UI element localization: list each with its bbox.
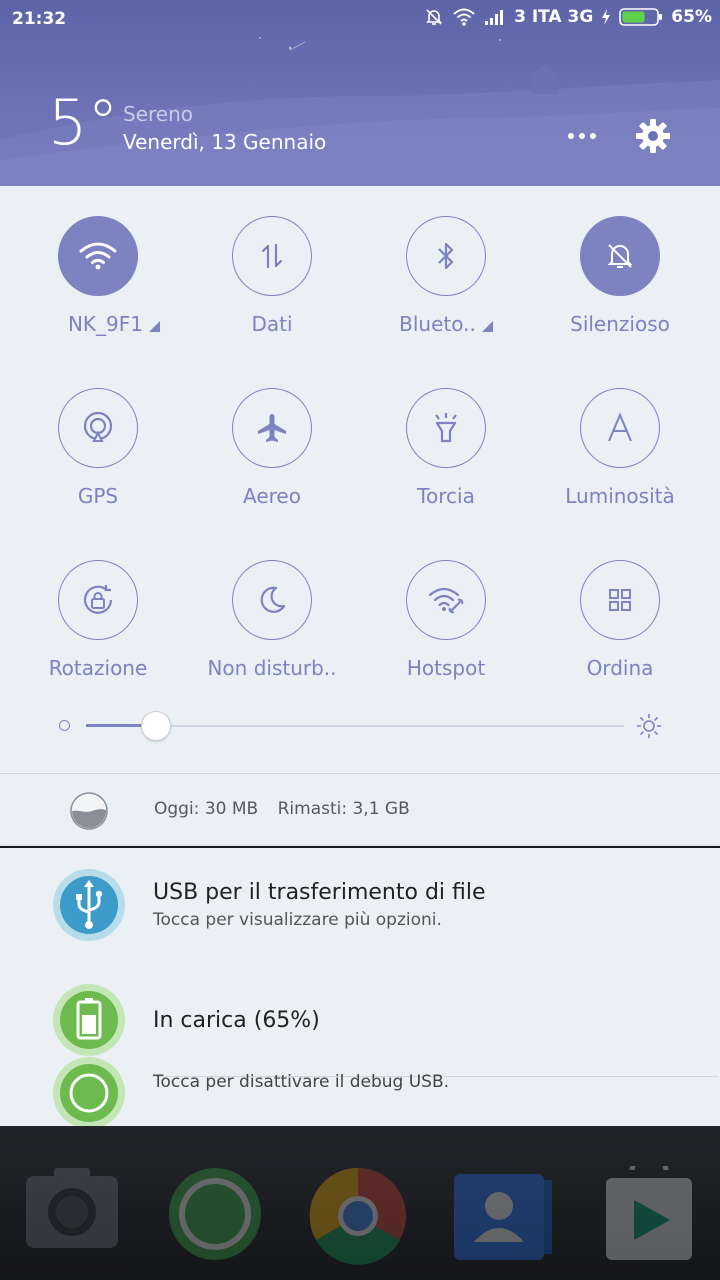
- camera-app-icon: [26, 1168, 118, 1248]
- temperature: 5°: [48, 86, 119, 159]
- tile-torcia-toggle[interactable]: [406, 388, 486, 468]
- tile-ordina-toggle[interactable]: [580, 560, 660, 640]
- status-indicators: 3 ITA 3G 65%: [424, 7, 712, 27]
- expand-icon[interactable]: [481, 321, 493, 332]
- tile-dati-toggle[interactable]: [232, 216, 312, 296]
- hotspot-icon: [428, 587, 464, 614]
- tile-dati[interactable]: Dati: [184, 216, 358, 356]
- tile-label: Aereo: [243, 484, 301, 508]
- weather-date: Venerdì, 13 Gennaio: [123, 130, 327, 154]
- more-icon: [568, 133, 574, 139]
- flashlight-icon: [435, 413, 457, 443]
- notification-usb-debug[interactable]: Tocca per disattivare il debug USB.: [0, 1057, 720, 1126]
- tile-wifi[interactable]: NK_9F1: [10, 216, 184, 356]
- rotation-lock-icon: [83, 585, 113, 614]
- tile-label: Rotazione: [48, 656, 148, 680]
- tile-gps[interactable]: GPS: [10, 388, 184, 528]
- brightness-high-icon: [636, 713, 662, 739]
- data-usage-remaining: Rimasti: 3,1 GB: [277, 799, 410, 819]
- status-time: 21:32: [12, 9, 67, 29]
- tile-silenzioso-toggle[interactable]: [580, 216, 660, 296]
- tile-bluetooth-toggle[interactable]: [406, 216, 486, 296]
- chrome-app-icon: [309, 1167, 406, 1265]
- home-screen-dock: [0, 1126, 720, 1280]
- carrier-label: 3 ITA 3G: [514, 7, 594, 27]
- tile-label: Blueto..: [399, 312, 476, 336]
- signal-icon: [485, 10, 504, 25]
- notification-header: 21:32 3 ITA 3G 65% 5° Sereno Venerdì, 13…: [0, 0, 720, 186]
- auto-brightness-icon: [608, 412, 632, 442]
- brightness-low-icon: [59, 720, 70, 731]
- airplane-icon: [258, 414, 286, 442]
- notification-title: In carica (65%): [153, 1008, 320, 1033]
- bell-off-icon: [607, 244, 633, 268]
- gear-icon[interactable]: [634, 117, 672, 155]
- moon-icon: [260, 586, 286, 613]
- grid-icon: [609, 589, 631, 611]
- notification-list: USB per il trasferimento di file Tocca p…: [0, 848, 720, 1126]
- tile-aereo[interactable]: Aereo: [184, 388, 358, 528]
- notification-title: USB per il trasferimento di file: [153, 880, 486, 905]
- tile-label: Silenzioso: [570, 312, 670, 336]
- tile-label: GPS: [77, 484, 119, 508]
- contacts-app-icon: [454, 1174, 552, 1260]
- data-usage-today: Oggi: 30 MB: [154, 799, 259, 819]
- tile-wifi-toggle[interactable]: [58, 216, 138, 296]
- tile-label: Ordina: [586, 656, 654, 680]
- tile-label: Non disturb..: [207, 656, 337, 680]
- android-debug-icon: [53, 1057, 125, 1126]
- tile-hotspot[interactable]: Hotspot: [358, 560, 532, 700]
- notification-usb[interactable]: USB per il trasferimento di file Tocca p…: [0, 848, 720, 966]
- tile-rotazione-toggle[interactable]: [58, 560, 138, 640]
- tile-non-disturbare[interactable]: Non disturb..: [184, 560, 358, 700]
- gps-icon: [83, 411, 113, 442]
- tile-aereo-toggle[interactable]: [232, 388, 312, 468]
- whatsapp-app-icon: [169, 1168, 261, 1260]
- bluetooth-icon: [438, 242, 454, 270]
- weather-condition: Sereno: [123, 102, 193, 126]
- brightness-slider[interactable]: [56, 708, 668, 744]
- charging-icon: [602, 9, 611, 25]
- brightness-thumb[interactable]: [140, 711, 171, 741]
- notification-subtitle: Tocca per disattivare il debug USB.: [153, 1072, 450, 1092]
- notification-subtitle: Tocca per visualizzare più opzioni.: [153, 910, 442, 930]
- tile-label: Hotspot: [406, 656, 486, 680]
- tile-non-disturbare-toggle[interactable]: [232, 560, 312, 640]
- battery-icon: [619, 8, 663, 26]
- tile-luminosita[interactable]: Luminosità: [532, 388, 706, 528]
- wifi-icon: [79, 242, 117, 270]
- tile-rotazione[interactable]: Rotazione: [10, 560, 184, 700]
- data-usage-icon: [70, 792, 108, 830]
- tile-torcia[interactable]: Torcia: [358, 388, 532, 528]
- data-usage-text: Oggi: 30 MB Rimasti: 3,1 GB: [154, 799, 410, 819]
- bell-off-icon: [426, 9, 443, 25]
- battery-percent: 65%: [671, 7, 712, 27]
- tile-label: Torcia: [417, 484, 475, 508]
- expand-icon[interactable]: [149, 321, 160, 332]
- tile-ordina[interactable]: Ordina: [532, 560, 706, 700]
- usb-icon: [53, 869, 125, 941]
- data-arrows-icon: [261, 243, 283, 269]
- data-usage-row[interactable]: Oggi: 30 MB Rimasti: 3,1 GB: [0, 774, 720, 846]
- status-bar: 21:32 3 ITA 3G 65%: [0, 0, 720, 36]
- tile-label: NK_9F1: [67, 312, 143, 336]
- tile-silenzioso[interactable]: Silenzioso: [532, 216, 706, 356]
- tile-bluetooth[interactable]: Blueto..: [358, 216, 532, 356]
- quick-settings-panel: NK_9F1 Dati Blueto.. Silenzioso GPS Aere…: [0, 186, 720, 846]
- wifi-icon: [453, 8, 475, 26]
- more-options-button[interactable]: [562, 124, 602, 148]
- battery-charging-icon: [53, 984, 125, 1056]
- tile-gps-toggle[interactable]: [58, 388, 138, 468]
- play-store-app-icon: [606, 1166, 692, 1260]
- tile-luminosita-toggle[interactable]: [580, 388, 660, 468]
- tile-label: Dati: [251, 312, 293, 336]
- tile-label: Luminosità: [565, 484, 675, 508]
- tile-hotspot-toggle[interactable]: [406, 560, 486, 640]
